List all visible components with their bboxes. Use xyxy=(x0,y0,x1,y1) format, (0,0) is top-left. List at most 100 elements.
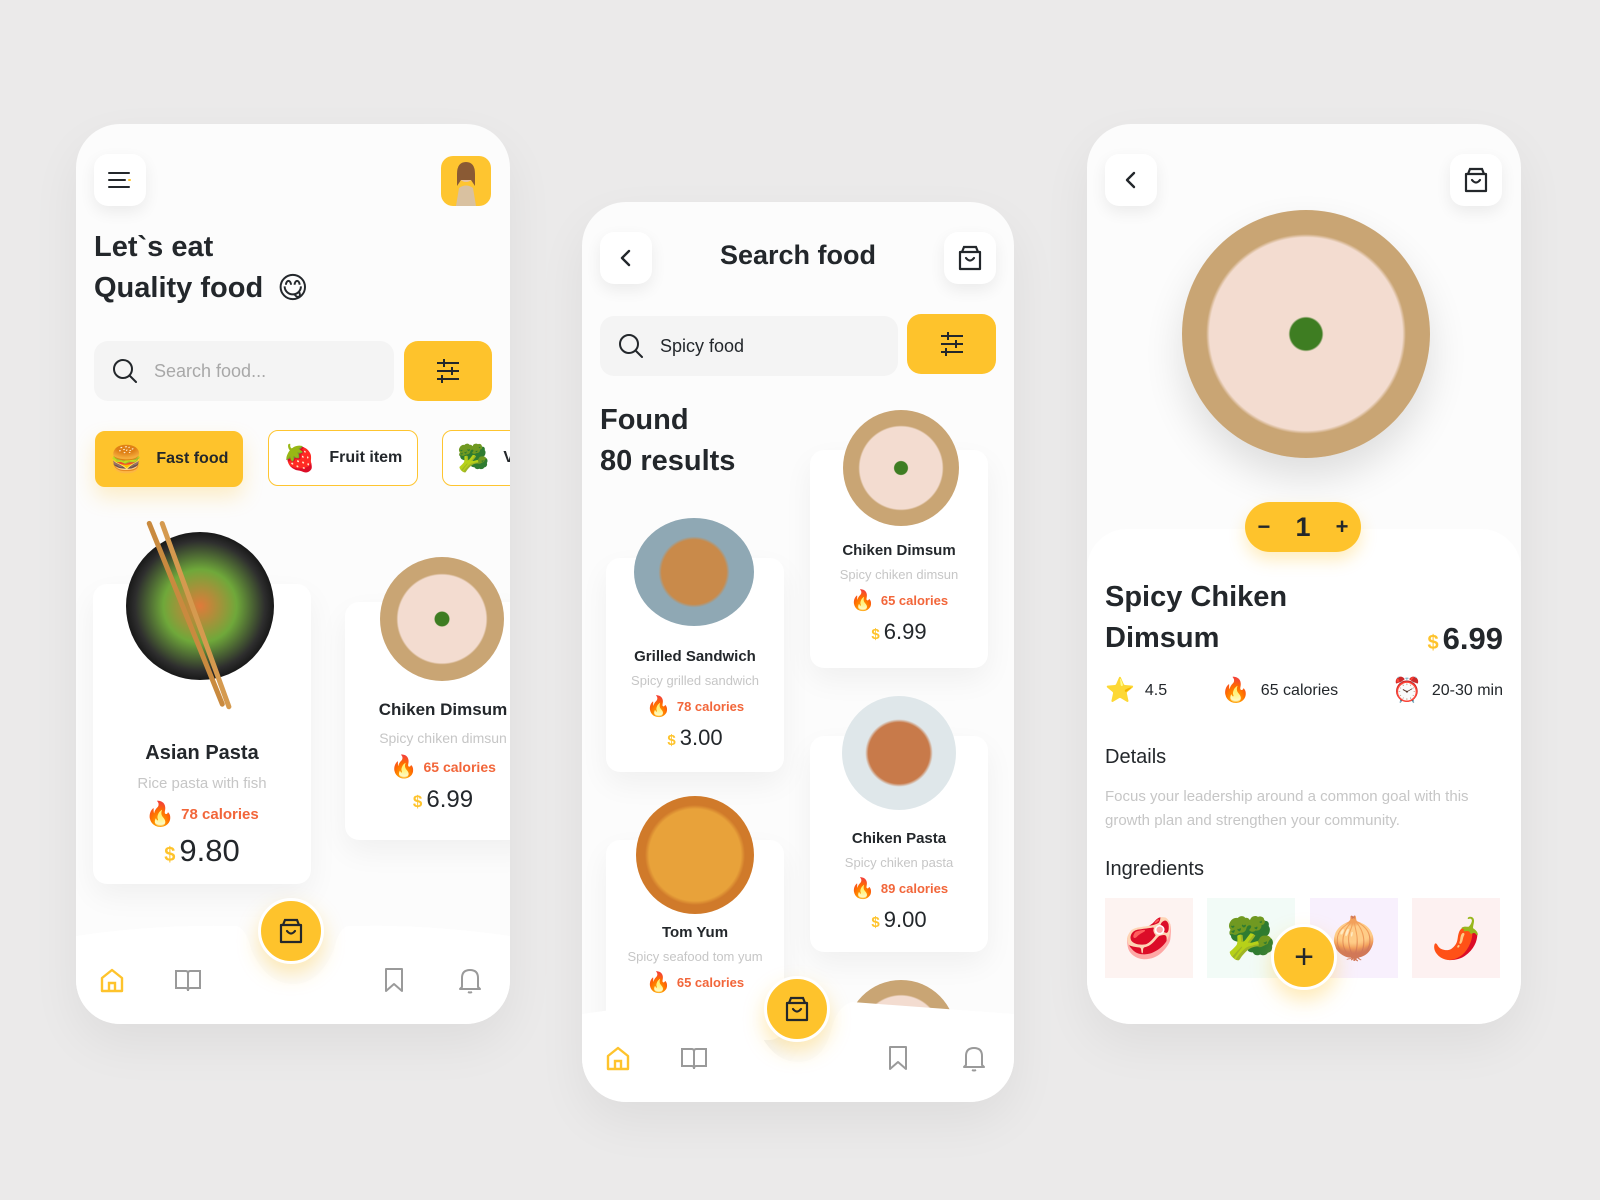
food-price: $ 3.00 xyxy=(606,725,784,751)
nav-home[interactable] xyxy=(94,962,130,998)
home-icon xyxy=(100,968,124,993)
nav-bookmark[interactable] xyxy=(880,1040,916,1076)
chili-icon: 🌶️ xyxy=(1431,916,1481,961)
calories-text: 65 calories xyxy=(676,975,745,990)
found-label: Found xyxy=(600,404,689,436)
back-button[interactable] xyxy=(1105,154,1157,206)
calories-text: 78 calories xyxy=(676,699,745,714)
strawberry-icon: 🍓 xyxy=(283,442,316,473)
calories-text: 89 calories xyxy=(880,881,949,896)
sliders-icon xyxy=(437,359,459,383)
headline-line-1: Let`s eat xyxy=(94,231,214,263)
home-headline: Let`s eat Quality food 😋 xyxy=(94,227,308,309)
price-value: 9.00 xyxy=(883,907,927,932)
calories: 🔥 65 calories xyxy=(1221,676,1338,705)
results-label: 80 results xyxy=(600,445,736,477)
food-price: $ 9.00 xyxy=(810,907,988,933)
food-description: Spicy grilled sandwich xyxy=(631,673,759,688)
search-field[interactable] xyxy=(94,341,394,401)
ingredient-meat: 🥩 xyxy=(1105,898,1193,978)
food-price: $ 6.99 xyxy=(345,786,510,814)
rating-value: 4.5 xyxy=(1144,681,1168,699)
bottom-nav xyxy=(582,976,1014,1102)
increment-button[interactable]: + xyxy=(1336,514,1349,540)
filter-button[interactable] xyxy=(404,341,492,401)
results-count: Found 80 results xyxy=(600,400,735,482)
chip-label: V xyxy=(503,449,510,466)
filter-button[interactable] xyxy=(907,314,996,374)
search-input[interactable] xyxy=(154,360,354,382)
bookmark-icon xyxy=(385,968,403,992)
food-name: Chiken Dimsum xyxy=(842,542,956,559)
category-chip-fruit-item[interactable]: 🍓 Fruit item xyxy=(268,430,418,486)
dimsum-image xyxy=(843,410,959,526)
detail-screen: Spicy Chiken Dimsum $ 6.99 ⭐ 4.5 🔥 65 ca… xyxy=(1087,124,1521,1024)
search-field[interactable] xyxy=(600,316,898,376)
sliders-icon xyxy=(940,332,963,356)
ingredients-heading: Ingredients xyxy=(1105,858,1204,880)
decrement-button[interactable]: − xyxy=(1258,514,1271,540)
headline-line-2: Quality food xyxy=(94,272,264,304)
category-chip-vegetable[interactable]: 🥦 V xyxy=(442,430,510,486)
menu-button[interactable] xyxy=(94,154,146,206)
nav-book[interactable] xyxy=(676,1040,712,1076)
food-description: Spicy chiken dimsun xyxy=(839,567,959,582)
chip-label: Fast food xyxy=(156,450,229,467)
shopping-bag-icon xyxy=(279,918,303,944)
fire-icon: 🔥 xyxy=(645,696,671,718)
search-input[interactable] xyxy=(660,335,860,357)
food-name: Asian Pasta xyxy=(145,742,259,764)
alarm-clock-icon: ⏰ xyxy=(1391,677,1422,704)
burger-icon: 🍔 xyxy=(110,443,143,474)
food-calories: 🔥 78 calories xyxy=(93,800,311,829)
cart-button[interactable] xyxy=(258,898,324,964)
price-value: 6.99 xyxy=(883,619,927,644)
bookmark-icon xyxy=(889,1046,907,1070)
search-icon xyxy=(619,334,643,358)
dimsum-hero-image xyxy=(1182,210,1430,458)
food-description: Spicy seafood tom yum xyxy=(627,949,763,964)
chip-label: Fruit item xyxy=(329,449,403,466)
food-title: Spicy Chiken Dimsum xyxy=(1105,577,1287,659)
title-line-2: Dimsum xyxy=(1105,622,1220,654)
hamburger-menu-icon xyxy=(108,172,131,188)
price-value: 6.99 xyxy=(426,786,474,813)
nav-book[interactable] xyxy=(170,962,206,998)
food-name: Grilled Sandwich xyxy=(634,648,756,665)
nav-bookmark[interactable] xyxy=(376,962,412,998)
search-icon xyxy=(113,359,137,383)
food-calories: 🔥 65 calories xyxy=(345,754,510,780)
dimsum-image xyxy=(380,557,504,681)
cart-button[interactable] xyxy=(764,976,830,1042)
currency-symbol: $ xyxy=(1427,632,1439,654)
fire-icon: 🔥 xyxy=(849,878,875,900)
currency-symbol: $ xyxy=(412,792,423,811)
nav-home[interactable] xyxy=(600,1040,636,1076)
bell-icon xyxy=(963,1047,985,1072)
food-calories: 🔥 65 calories xyxy=(810,588,988,613)
cart-button[interactable] xyxy=(1450,154,1502,206)
price-value: 6.99 xyxy=(1442,621,1503,656)
add-to-cart-button[interactable]: + xyxy=(1271,924,1337,990)
chevron-left-icon xyxy=(1125,171,1136,189)
nav-notifications[interactable] xyxy=(452,962,488,998)
category-chip-fast-food[interactable]: 🍔 Fast food xyxy=(95,431,243,487)
book-icon xyxy=(175,970,201,992)
fire-icon: 🔥 xyxy=(849,590,875,612)
prep-time: ⏰ 20-30 min xyxy=(1392,676,1503,705)
cart-button[interactable] xyxy=(944,232,996,284)
broccoli-icon: 🥦 xyxy=(457,442,490,473)
calories-value: 65 calories xyxy=(1260,681,1339,699)
currency-symbol: $ xyxy=(667,732,676,749)
plus-icon: + xyxy=(1294,937,1314,976)
title-line-1: Spicy Chiken xyxy=(1105,581,1288,613)
ingredient-chili: 🌶️ xyxy=(1412,898,1500,978)
food-name: Tom Yum xyxy=(661,924,729,941)
user-avatar[interactable] xyxy=(441,156,491,206)
nav-notifications[interactable] xyxy=(956,1040,992,1076)
food-calories: 🔥 78 calories xyxy=(606,694,784,719)
star-icon: ⭐ xyxy=(1105,677,1135,704)
broccoli-icon: 🥦 xyxy=(1226,916,1276,961)
book-icon xyxy=(681,1048,707,1070)
fire-icon: 🔥 xyxy=(645,972,671,994)
